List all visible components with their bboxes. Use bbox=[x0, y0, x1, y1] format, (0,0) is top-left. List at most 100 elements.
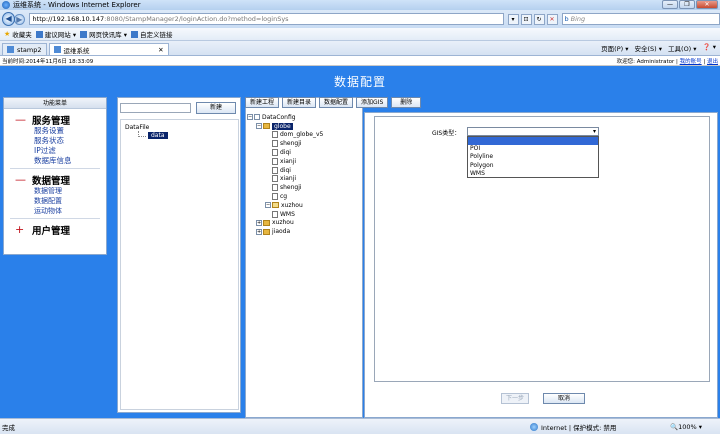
document-icon bbox=[272, 157, 278, 165]
menu-group-head-data[interactable]: — 数据管理 bbox=[15, 173, 106, 187]
maximize-icon[interactable]: ❐ bbox=[679, 0, 695, 9]
cmd-help[interactable]: ❓ ▾ bbox=[703, 43, 716, 53]
tree-node-leaf[interactable]: diqi bbox=[280, 149, 291, 156]
zoom-level[interactable]: 🔍100% ▾ bbox=[670, 423, 702, 431]
collapse-icon: — bbox=[15, 173, 26, 186]
collapse-icon[interactable]: − bbox=[256, 123, 262, 130]
tree-node-leaf[interactable]: WMS bbox=[280, 211, 295, 218]
my-account-link[interactable]: 我的账号 bbox=[680, 59, 702, 65]
expand-icon[interactable]: + bbox=[256, 228, 262, 235]
new-project-button[interactable]: 新建工程 bbox=[245, 97, 280, 108]
tree-row: − xuzhou bbox=[247, 201, 360, 210]
tree-node-globe[interactable]: globe bbox=[272, 122, 293, 130]
command-bar: 页面(P) ▾ 安全(S) ▾ 工具(O) ▾ ❓ ▾ bbox=[601, 43, 716, 53]
menu-item-db-info[interactable]: 数据库信息 bbox=[34, 156, 106, 166]
url-input[interactable]: http://192.168.10.147 :8080/StampManager… bbox=[28, 13, 504, 25]
tree-node-leaf[interactable]: shengji bbox=[280, 140, 302, 147]
fav-suggested-sites[interactable]: 建议网站 ▾ bbox=[35, 29, 76, 39]
tree-node-xuzhou-2[interactable]: xuzhou bbox=[272, 219, 294, 226]
menu-item-service-status[interactable]: 服务状态 bbox=[34, 136, 106, 146]
collapse-icon[interactable]: − bbox=[247, 114, 253, 121]
cancel-button[interactable]: 取消 bbox=[543, 393, 585, 404]
new-button[interactable]: 新建 bbox=[196, 102, 236, 114]
gis-type-select[interactable]: ▾ bbox=[467, 127, 599, 136]
tree-node-leaf[interactable]: xianji bbox=[280, 175, 296, 182]
menu-item-moving-objects[interactable]: 运动物体 bbox=[34, 206, 106, 216]
cmd-page[interactable]: 页面(P) ▾ bbox=[601, 43, 628, 53]
fav-custom-links[interactable]: 自定义链接 bbox=[130, 29, 172, 39]
compat-view-icon[interactable]: ⊡ bbox=[520, 13, 532, 25]
site-icon bbox=[80, 30, 88, 38]
dataconfig-tree: − DataConfig − globe dom_globe_v5 shengj… bbox=[247, 113, 360, 413]
fav-web-slice[interactable]: 网页快讯库 ▾ bbox=[80, 29, 127, 39]
window-titlebar: 运维系统 - Windows Internet Explorer — ❐ ✕ bbox=[0, 0, 720, 10]
status-text: 完成 bbox=[2, 423, 15, 432]
tree-node-jiaoda[interactable]: jiaoda bbox=[272, 228, 290, 235]
gis-option-poi[interactable]: POI bbox=[468, 145, 598, 153]
dropdown-icon[interactable]: ▾ bbox=[507, 13, 519, 25]
tree-node-leaf[interactable]: dom_globe_v5 bbox=[280, 131, 323, 138]
gis-option-wms[interactable]: WMS bbox=[468, 170, 598, 178]
menu-item-data-manage[interactable]: 数据管理 bbox=[34, 186, 106, 196]
favorites-button[interactable]: ★ 收藏夹 bbox=[4, 29, 32, 39]
folder-icon bbox=[272, 202, 279, 209]
tree-node-xuzhou[interactable]: xuzhou bbox=[281, 202, 303, 209]
tree-row: shengji bbox=[247, 183, 360, 192]
welcome-text: 欢迎您: Administrator bbox=[616, 58, 675, 65]
cmd-safety[interactable]: 安全(S) ▾ bbox=[635, 43, 663, 53]
logout-link[interactable]: 退出 bbox=[707, 59, 718, 65]
site-icon bbox=[35, 30, 43, 38]
menu-item-service-settings[interactable]: 服务设置 bbox=[34, 126, 106, 136]
info-bar: 当前时间:2014年11月6日 18:33:09 欢迎您: Administra… bbox=[0, 56, 720, 66]
tree-node-dataconfig[interactable]: DataConfig bbox=[262, 114, 296, 121]
tree-node-leaf[interactable]: shengji bbox=[280, 184, 302, 191]
close-tab-icon[interactable]: ✕ bbox=[158, 46, 163, 54]
app-body: 功能菜单 — 服务管理 服务设置 服务状态 IP过滤 数据库信息 — 数据管理 … bbox=[0, 92, 720, 418]
close-window-icon[interactable]: ✕ bbox=[696, 0, 718, 9]
tree-node-leaf[interactable]: cg bbox=[280, 193, 287, 200]
tree-node-leaf[interactable]: xianji bbox=[280, 158, 296, 165]
status-bar: 完成 Internet | 保护模式: 禁用 🔍100% ▾ bbox=[0, 418, 720, 434]
stop-icon[interactable]: ✕ bbox=[546, 13, 558, 25]
menu-divider bbox=[10, 168, 100, 169]
search-input[interactable]: b Bing bbox=[561, 13, 720, 25]
expand-icon[interactable]: + bbox=[256, 219, 262, 226]
document-icon bbox=[272, 193, 278, 201]
bing-icon: b bbox=[564, 15, 569, 23]
checkbox[interactable] bbox=[254, 114, 260, 121]
gis-option-polyline[interactable]: Polyline bbox=[468, 153, 598, 161]
tree-branch-line bbox=[138, 130, 146, 137]
menu-item-data-config[interactable]: 数据配置 bbox=[34, 196, 106, 206]
datafile-tree: DataFile data bbox=[120, 119, 239, 410]
delete-button[interactable]: 删除 bbox=[391, 97, 422, 108]
minimize-icon[interactable]: — bbox=[662, 0, 678, 9]
name-input[interactable] bbox=[120, 103, 191, 113]
tree-row: + jiaoda bbox=[247, 227, 360, 236]
config-form-panel: GIS类型： ▾ POI Polyline Polygon WMS 下一步 取消 bbox=[364, 112, 718, 418]
ie-logo-icon bbox=[2, 1, 10, 9]
menu-item-ip-filter[interactable]: IP过滤 bbox=[34, 146, 106, 156]
next-button[interactable]: 下一步 bbox=[501, 393, 529, 404]
add-gis-button[interactable]: 添加GIS bbox=[356, 97, 389, 108]
tab-active[interactable]: 运维系统 ✕ bbox=[48, 43, 169, 55]
new-directory-button[interactable]: 新建目录 bbox=[282, 97, 317, 108]
data-config-button[interactable]: 数据配置 bbox=[319, 97, 354, 108]
gis-option-polygon[interactable]: Polygon bbox=[468, 162, 598, 170]
folder-icon bbox=[263, 123, 270, 130]
gis-type-label: GIS类型： bbox=[432, 130, 461, 137]
menu-group-head-user[interactable]: + 用户管理 bbox=[15, 223, 106, 237]
forward-icon[interactable]: ▶ bbox=[14, 13, 25, 25]
tree-row: diqi bbox=[247, 166, 360, 175]
collapse-icon[interactable]: − bbox=[265, 202, 271, 209]
refresh-icon[interactable]: ↻ bbox=[533, 13, 545, 25]
tree-row: diqi bbox=[247, 148, 360, 157]
globe-icon bbox=[530, 422, 538, 431]
cmd-tools[interactable]: 工具(O) ▾ bbox=[668, 43, 697, 53]
expand-icon: + bbox=[15, 223, 25, 236]
menu-group-head-service[interactable]: — 服务管理 bbox=[15, 113, 106, 127]
tab-stamp2[interactable]: stamp2 bbox=[2, 43, 47, 55]
tree-row: xianji bbox=[247, 157, 360, 166]
tree-node-data[interactable]: data bbox=[148, 132, 168, 139]
tree-node-leaf[interactable]: diqi bbox=[280, 167, 291, 174]
gis-option-empty[interactable] bbox=[468, 137, 598, 146]
